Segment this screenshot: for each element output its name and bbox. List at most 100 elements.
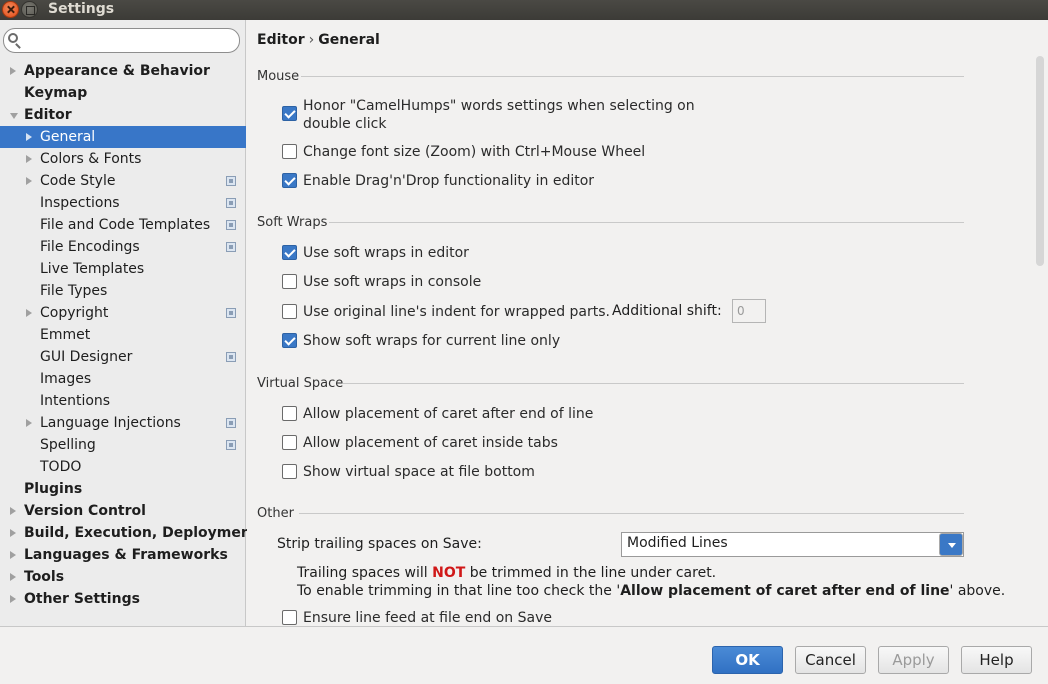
camel-humps-label-line2: double click [303,116,387,132]
sidebar-item-live-templates[interactable]: Live Templates [0,258,246,280]
sidebar-item-general[interactable]: General [0,126,246,148]
sidebar-item-inspections[interactable]: Inspections [0,192,246,214]
sidebar-item-file-and-code-templates[interactable]: File and Code Templates [0,214,246,236]
soft-wraps-current-line-checkbox[interactable] [282,333,297,348]
vertical-scrollbar[interactable] [1036,56,1044,266]
sidebar-item-label: File Encodings [40,239,140,255]
sidebar-item-gui-designer[interactable]: GUI Designer [0,346,246,368]
project-scope-icon [226,220,236,230]
sidebar-item-label: Emmet [40,327,91,343]
sidebar-item-build-execution-deployment[interactable]: Build, Execution, Deployment [0,522,258,544]
note-text: Trailing spaces will [297,565,428,581]
strip-trailing-select[interactable]: Modified Lines [621,532,964,557]
project-scope-icon [226,440,236,450]
note-bold-text: Allow placement of caret after end of li… [620,583,950,599]
caret-after-eol-checkbox[interactable] [282,406,297,421]
breadcrumb-parent[interactable]: Editor [257,32,305,48]
sidebar-item-label: Copyright [40,305,109,321]
sidebar-item-label: Live Templates [40,261,145,277]
sidebar-item-keymap[interactable]: Keymap [0,82,246,104]
soft-wraps-current-line-label: Show soft wraps for current line only [303,333,561,349]
project-scope-icon [226,418,236,428]
search-input[interactable] [26,31,226,50]
sidebar-item-label: General [40,129,96,145]
sidebar-item-editor[interactable]: Editor [0,104,246,126]
sidebar-item-languages-frameworks[interactable]: Languages & Frameworks [0,544,246,566]
collapsed-arrow-icon[interactable] [26,309,32,317]
collapsed-arrow-icon[interactable] [10,595,16,603]
collapsed-arrow-icon[interactable] [10,507,16,515]
additional-shift-input[interactable]: 0 [732,299,766,323]
window-title: Settings [48,1,115,17]
sidebar-item-todo[interactable]: TODO [0,456,246,478]
sidebar-item-images[interactable]: Images [0,368,246,390]
collapsed-arrow-icon[interactable] [10,573,16,581]
sidebar-item-emmet[interactable]: Emmet [0,324,246,346]
original-indent-checkbox[interactable] [282,304,297,319]
section-title-mouse: Mouse [257,69,300,84]
caret-inside-tabs-label: Allow placement of caret inside tabs [303,435,558,451]
sidebar-item-tools[interactable]: Tools [0,566,246,588]
sidebar-item-other-settings[interactable]: Other Settings [0,588,246,610]
section-divider [299,513,964,514]
drag-drop-label: Enable Drag'n'Drop functionality in edit… [303,173,595,189]
section-divider [329,222,964,223]
settings-content: Editor › General Mouse Honor "CamelHumps" … [247,20,1048,626]
cancel-button[interactable]: Cancel [795,646,866,674]
original-indent-label: Use original line's indent for wrapped p… [303,304,610,320]
line-feed-checkbox[interactable] [282,610,297,625]
note-text: ' above. [949,583,1006,599]
title-bar: Settings [0,0,1048,20]
sidebar-item-label: Other Settings [24,591,140,607]
collapsed-arrow-icon[interactable] [26,177,32,185]
soft-wraps-console-checkbox[interactable] [282,274,297,289]
sidebar-item-spelling[interactable]: Spelling [0,434,246,456]
search-box[interactable] [3,28,240,53]
close-window-icon[interactable] [2,1,19,18]
ok-button[interactable]: OK [712,646,783,674]
sidebar-item-label: Editor [24,107,72,123]
help-button[interactable]: Help [961,646,1032,674]
collapsed-arrow-icon[interactable] [10,551,16,559]
sidebar-item-plugins[interactable]: Plugins [0,478,246,500]
maximize-window-icon[interactable] [21,1,38,18]
sidebar-item-label: Spelling [40,437,96,453]
collapsed-arrow-icon[interactable] [26,419,32,427]
sidebar-item-code-style[interactable]: Code Style [0,170,246,192]
sidebar-item-appearance-behavior[interactable]: Appearance & Behavior [0,60,246,82]
sidebar-item-label: Plugins [24,481,83,497]
sidebar-item-label: File Types [40,283,108,299]
sidebar-item-intentions[interactable]: Intentions [0,390,246,412]
note-not-text: NOT [432,565,466,581]
camel-humps-label: Honor "CamelHumps" words settings when s… [303,97,695,133]
sidebar-item-colors-fonts[interactable]: Colors & Fonts [0,148,246,170]
caret-inside-tabs-checkbox[interactable] [282,435,297,450]
chevron-down-icon[interactable] [939,533,963,556]
sidebar-item-file-encodings[interactable]: File Encodings [0,236,246,258]
breadcrumb-current: General [318,32,380,48]
collapsed-arrow-icon[interactable] [10,529,16,537]
soft-wraps-editor-checkbox[interactable] [282,245,297,260]
dialog-footer: OK Cancel Apply Help [0,626,1048,684]
project-scope-icon [226,198,236,208]
sidebar-item-copyright[interactable]: Copyright [0,302,246,324]
project-scope-icon [226,242,236,252]
section-title-soft-wraps: Soft Wraps [257,215,328,230]
caret-after-eol-label: Allow placement of caret after end of li… [303,406,594,422]
sidebar-item-label: TODO [40,459,82,475]
camel-humps-checkbox[interactable] [282,106,297,121]
sidebar-item-label: Build, Execution, Deployment [24,525,258,541]
sidebar-item-file-types[interactable]: File Types [0,280,246,302]
collapsed-arrow-icon[interactable] [26,133,32,141]
collapsed-arrow-icon[interactable] [10,67,16,75]
expanded-arrow-icon[interactable] [10,113,18,119]
drag-drop-checkbox[interactable] [282,173,297,188]
virtual-space-bottom-checkbox[interactable] [282,464,297,479]
zoom-checkbox[interactable] [282,144,297,159]
soft-wraps-editor-label: Use soft wraps in editor [303,245,469,261]
apply-button[interactable]: Apply [878,646,949,674]
sidebar-item-language-injections[interactable]: Language Injections [0,412,246,434]
collapsed-arrow-icon[interactable] [26,155,32,163]
sidebar-item-version-control[interactable]: Version Control [0,500,246,522]
additional-shift-label: Additional shift: [612,303,722,319]
